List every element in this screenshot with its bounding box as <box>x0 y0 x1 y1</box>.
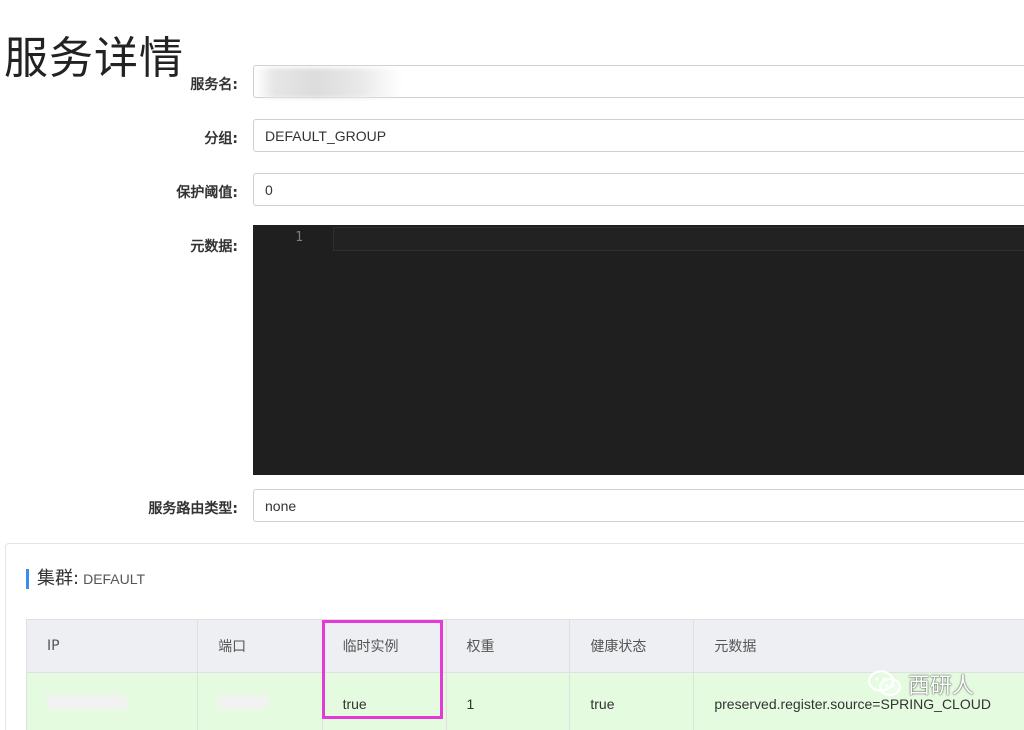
column-header-metadata: 元数据 <box>693 619 1024 673</box>
page-title: 服务详情 <box>4 33 184 85</box>
service-detail-page: 服务详情 服务名: 分组: 保护阈值: 元数据: 1 服务路由类型: 集群: D… <box>0 0 1024 730</box>
cluster-heading-label: 集群: <box>37 568 80 589</box>
watermark: 西研人 <box>868 668 974 700</box>
redacted-ip <box>47 695 127 709</box>
redacted-service-name <box>256 68 402 98</box>
protect-threshold-input[interactable] <box>253 173 1024 206</box>
column-header-port: 端口 <box>197 619 323 673</box>
group-label: 分组: <box>204 131 238 147</box>
route-type-input[interactable] <box>253 489 1024 522</box>
cluster-heading: 集群: DEFAULT <box>26 569 145 589</box>
cell-health: true <box>569 672 695 730</box>
route-type-label: 服务路由类型: <box>148 501 238 517</box>
wechat-icon <box>868 670 902 697</box>
column-header-weight: 权重 <box>445 619 571 673</box>
watermark-text: 西研人 <box>908 674 975 699</box>
column-header-ephemeral: 临时实例 <box>321 619 447 673</box>
editor-gutter: 1 <box>253 225 333 475</box>
column-header-health: 健康状态 <box>569 619 695 673</box>
cell-weight: 1 <box>445 672 571 730</box>
metadata-label: 元数据: <box>190 239 238 255</box>
cluster-panel: 集群: DEFAULT IP 端口 临时实例 权重 健康状态 元数据 true … <box>5 543 1024 730</box>
service-name-label: 服务名: <box>190 77 238 93</box>
protect-threshold-label: 保护阈值: <box>176 185 238 201</box>
cell-ephemeral: true <box>321 672 447 730</box>
editor-active-line[interactable] <box>333 227 1024 251</box>
table-header-row: IP 端口 临时实例 权重 健康状态 元数据 <box>25 619 1024 673</box>
cluster-name: DEFAULT <box>83 571 146 587</box>
metadata-code-editor[interactable]: 1 <box>253 225 1024 475</box>
line-number: 1 <box>295 230 303 245</box>
cell-metadata: preserved.register.source=SPRING_CLOUD <box>693 672 1024 730</box>
cell-ip <box>25 672 199 730</box>
redacted-port <box>218 695 269 709</box>
group-input[interactable] <box>253 119 1024 152</box>
column-header-ip: IP <box>25 619 199 673</box>
cell-port <box>197 672 323 730</box>
